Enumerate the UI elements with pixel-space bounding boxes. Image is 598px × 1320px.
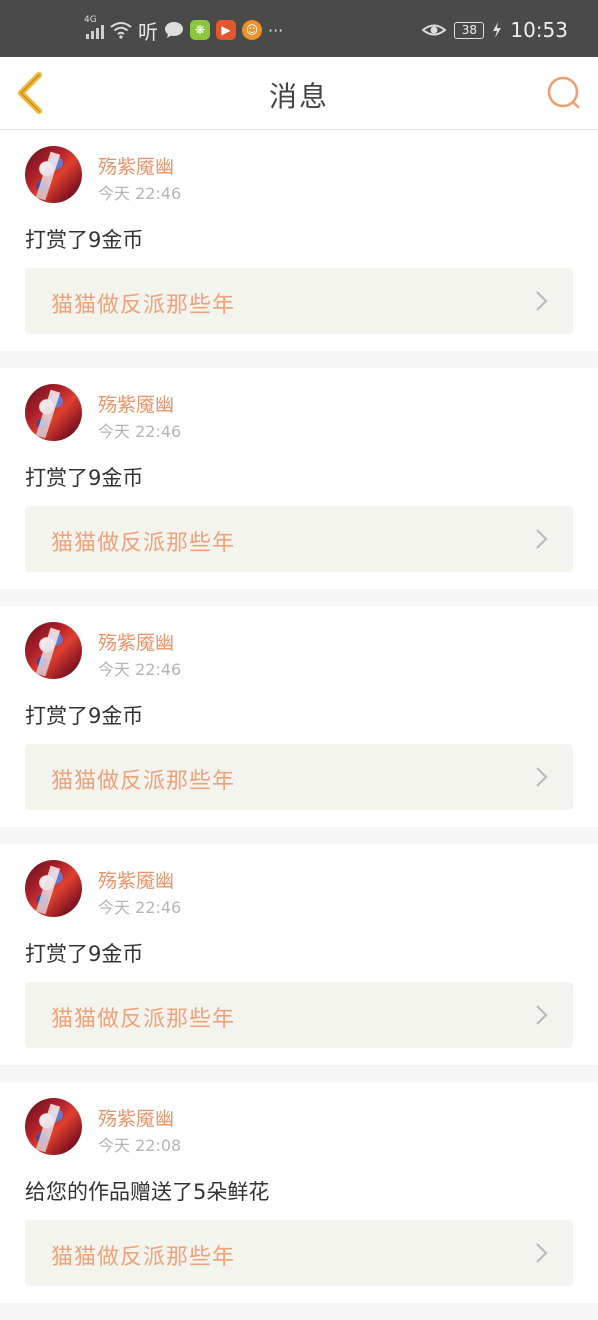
user-avatar[interactable] (25, 622, 82, 679)
user-avatar[interactable] (25, 146, 82, 203)
page-title: 消息 (268, 80, 329, 113)
message-time: 今天 22:46 (98, 422, 182, 441)
message-text: 打赏了9金币 (25, 704, 144, 728)
search-button[interactable] (542, 71, 586, 115)
top-nav-bar: 消息 (0, 57, 598, 130)
user-avatar[interactable] (25, 860, 82, 917)
notification-app-icon-green: ❋ (190, 20, 210, 40)
eye-comfort-icon (422, 24, 447, 36)
message-time: 今天 22:46 (98, 184, 182, 203)
work-title: 猫猫做反派那些年 (51, 1007, 236, 1032)
network-type: 4G (84, 15, 97, 25)
message-card: 殇紫魇幽 今天 22:08 给您的作品赠送了5朵鲜花 猫猫做反派那些年 (0, 1082, 598, 1303)
chevron-right-icon (536, 767, 548, 787)
listen-app-label: 听 (138, 19, 158, 44)
work-link[interactable]: 猫猫做反派那些年 (25, 744, 573, 810)
work-title: 猫猫做反派那些年 (51, 1245, 236, 1270)
work-link[interactable]: 猫猫做反派那些年 (25, 506, 573, 572)
message-card: 殇紫魇幽 今天 22:46 打赏了9金币 猫猫做反派那些年 (0, 368, 598, 589)
status-left: 4G 听 ❋ ▶ ☺ ··· (84, 15, 284, 44)
more-notifications-icon: ··· (268, 20, 284, 40)
status-right: 38 10:53 (422, 17, 568, 43)
search-icon (547, 76, 580, 109)
message-card: 殇紫魇幽 今天 22:46 打赏了9金币 猫猫做反派那些年 (0, 844, 598, 1065)
chevron-right-icon (536, 1243, 548, 1263)
chat-bubble-icon (165, 22, 183, 38)
username[interactable]: 殇紫魇幽 (98, 152, 174, 179)
message-card: 殇紫魇幽 今天 22:46 打赏了9金币 猫猫做反派那些年 (0, 130, 598, 351)
battery-icon: 38 (454, 21, 485, 39)
message-time: 今天 22:46 (98, 660, 182, 679)
charging-icon (493, 22, 502, 38)
wifi-icon (110, 22, 132, 39)
work-title: 猫猫做反派那些年 (51, 293, 236, 318)
work-title: 猫猫做反派那些年 (51, 769, 236, 794)
chevron-right-icon (536, 1005, 548, 1025)
work-title: 猫猫做反派那些年 (51, 531, 236, 556)
username[interactable]: 殇紫魇幽 (98, 866, 174, 893)
chevron-right-icon (536, 291, 548, 311)
message-text: 给您的作品赠送了5朵鲜花 (25, 1180, 270, 1204)
status-bar: 4G 听 ❋ ▶ ☺ ··· 38 10:53 (0, 0, 598, 57)
message-text: 打赏了9金币 (25, 466, 144, 490)
username[interactable]: 殇紫魇幽 (98, 390, 174, 417)
message-list: 殇紫魇幽 今天 22:46 打赏了9金币 猫猫做反派那些年 殇紫魇幽 今天 22… (0, 130, 598, 1320)
work-link[interactable]: 猫猫做反派那些年 (25, 982, 573, 1048)
message-time: 今天 22:46 (98, 898, 182, 917)
message-text: 打赏了9金币 (25, 228, 144, 252)
work-link[interactable]: 猫猫做反派那些年 (25, 1220, 573, 1286)
message-time: 今天 22:08 (98, 1136, 182, 1155)
cell-signal-icon: 4G (84, 15, 104, 39)
chevron-right-icon (536, 529, 548, 549)
message-card: 殇紫魇幽 今天 22:46 打赏了9金币 猫猫做反派那些年 (0, 606, 598, 827)
username[interactable]: 殇紫魇幽 (98, 1104, 174, 1131)
notification-app-icon-video: ▶ (216, 20, 236, 40)
user-avatar[interactable] (25, 1098, 82, 1155)
username[interactable]: 殇紫魇幽 (98, 628, 174, 655)
work-link[interactable]: 猫猫做反派那些年 (25, 268, 573, 334)
message-text: 打赏了9金币 (25, 942, 144, 966)
clock: 10:53 (510, 18, 568, 42)
user-avatar[interactable] (25, 384, 82, 441)
notification-app-icon-orange: ☺ (242, 20, 262, 40)
